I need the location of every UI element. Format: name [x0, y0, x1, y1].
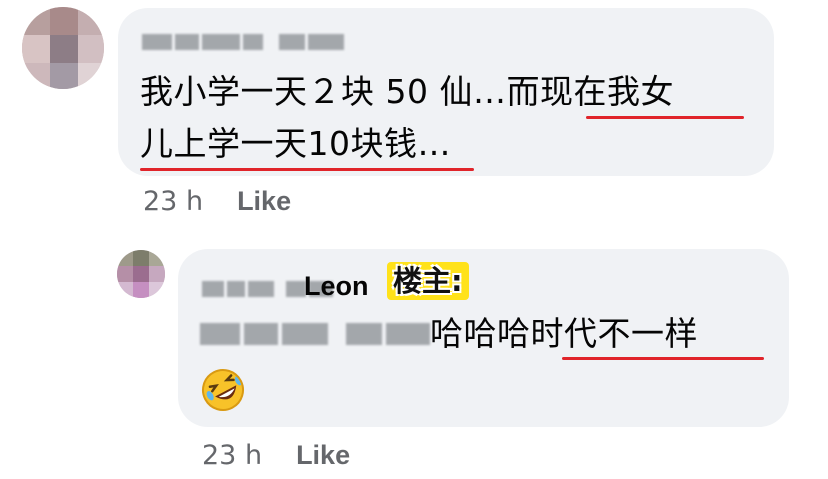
comment-underline-1 [586, 116, 744, 119]
reply-bubble: Leon 楼主: 哈哈哈时代不一样 [178, 249, 789, 427]
reply-timestamp[interactable]: 23 h [202, 440, 262, 471]
comment-text-line1: 我小学一天２块 50 仙…而现在我女 [140, 72, 674, 111]
reply-meta: 23 h Like [202, 440, 350, 471]
reply-mention-blurred[interactable] [200, 323, 430, 345]
comment-author-name-blurred[interactable] [142, 34, 344, 50]
comment-underline-2 [140, 168, 474, 171]
reply-underline [562, 357, 764, 360]
reply-like-button[interactable]: Like [296, 440, 350, 471]
rolling-laughing-emoji-icon [194, 361, 252, 419]
replier-avatar[interactable] [117, 250, 165, 298]
comment-bubble: 我小学一天２块 50 仙…而现在我女 儿上学一天10块钱… [118, 8, 774, 176]
comment-text-line2: 儿上学一天10块钱… [140, 124, 451, 163]
commenter-avatar[interactable] [22, 7, 104, 89]
reply-author-name[interactable]: Leon [304, 271, 369, 302]
comment-meta: 23 h Like [143, 186, 291, 217]
comment-timestamp[interactable]: 23 h [143, 186, 203, 217]
op-tag-badge: 楼主: [387, 262, 469, 300]
reply-text: 哈哈哈时代不一样 [430, 314, 698, 353]
comment-like-button[interactable]: Like [237, 186, 291, 217]
